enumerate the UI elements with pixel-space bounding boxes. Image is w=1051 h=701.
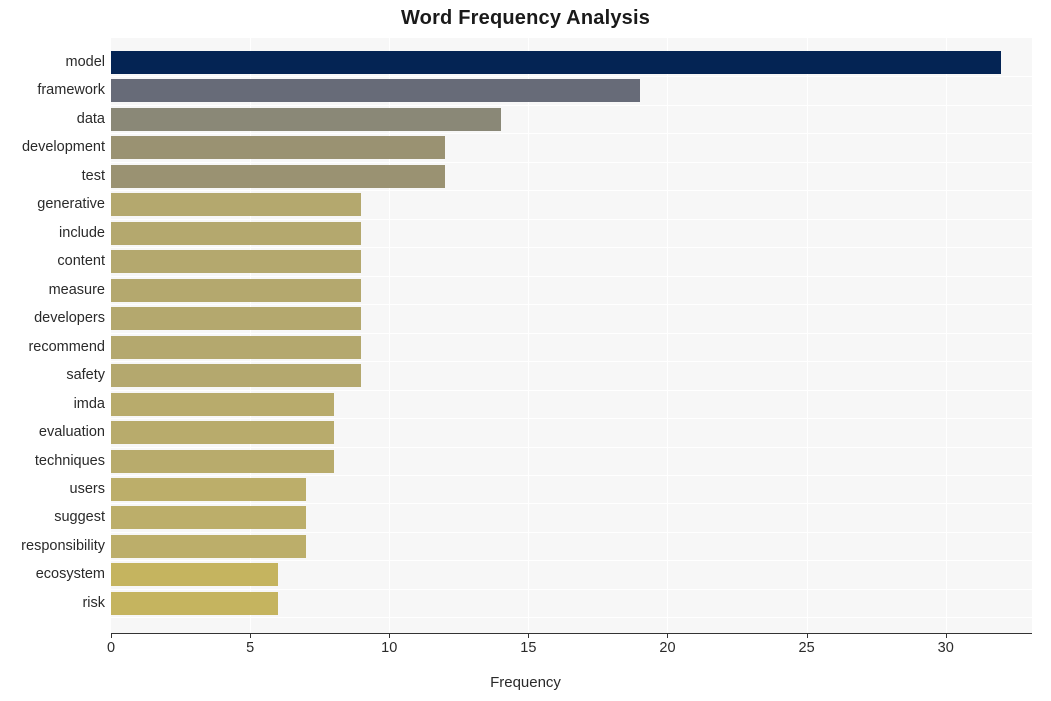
y-tick-label-data: data (76, 110, 105, 127)
bar-imda[interactable] (111, 392, 334, 416)
bar-measure[interactable] (111, 278, 362, 302)
x-tick-label-15: 15 (520, 640, 537, 656)
x-tick-label-10: 10 (381, 640, 398, 656)
x-tick-mark (806, 634, 808, 638)
x-tick-mark (111, 634, 112, 638)
y-tick-label-developers: developers (34, 310, 105, 327)
bar-row[interactable] (111, 503, 1032, 532)
y-tick-label-content: content (57, 253, 105, 270)
bar-suggest[interactable] (111, 506, 306, 530)
x-tick-label-25: 25 (798, 640, 815, 656)
bar-test[interactable] (111, 164, 445, 188)
y-tick-label-development: development (21, 139, 105, 156)
word-frequency-chart: Word Frequency Analysis model framework da… (0, 0, 1051, 701)
y-axis: model framework data development test generat… (0, 38, 105, 633)
y-tick-label-users: users (69, 480, 105, 497)
bar-users[interactable] (111, 477, 306, 501)
gridline-horizontal (111, 617, 1032, 619)
bar-data[interactable] (111, 107, 501, 131)
bar-row[interactable] (111, 133, 1032, 162)
plot-area (111, 38, 1032, 633)
y-tick-label-generative: generative (37, 196, 105, 213)
x-axis: 0 5 10 15 20 25 30 (0, 634, 1051, 664)
y-tick-label-ecosystem: ecosystem (35, 566, 105, 583)
bar-row[interactable] (111, 190, 1032, 219)
bar-row[interactable] (111, 333, 1032, 362)
y-tick-label-test: test (81, 167, 105, 184)
bar-row[interactable] (111, 105, 1032, 134)
bar-recommend[interactable] (111, 335, 362, 359)
chart-title: Word Frequency Analysis (400, 7, 651, 29)
bar-row[interactable] (111, 276, 1032, 305)
y-tick-label-suggest: suggest (54, 509, 105, 526)
bar-row[interactable] (111, 589, 1032, 618)
y-tick-label-responsibility: responsibility (21, 537, 105, 554)
bar-row[interactable] (111, 361, 1032, 390)
bar-row[interactable] (111, 390, 1032, 419)
bar-generative[interactable] (111, 193, 362, 217)
bar-row[interactable] (111, 219, 1032, 248)
bar-row[interactable] (111, 475, 1032, 504)
y-tick-label-model: model (65, 53, 106, 70)
bar-row[interactable] (111, 447, 1032, 476)
bar-row[interactable] (111, 532, 1032, 561)
x-tick-mark (945, 634, 947, 638)
bar-framework[interactable] (111, 79, 640, 103)
bar-risk[interactable] (111, 591, 278, 615)
y-tick-label-evaluation: evaluation (38, 424, 105, 441)
x-tick-label-0: 0 (106, 640, 116, 656)
bar-row[interactable] (111, 247, 1032, 276)
y-tick-label-recommend: recommend (28, 338, 105, 355)
bar-row[interactable] (111, 418, 1032, 447)
x-tick-mark (528, 634, 530, 638)
y-tick-label-techniques: techniques (34, 452, 105, 469)
y-tick-label-imda: imda (73, 395, 105, 412)
y-tick-label-safety: safety (66, 367, 105, 384)
y-tick-label-risk: risk (82, 594, 105, 611)
bar-responsibility[interactable] (111, 534, 306, 558)
bar-row[interactable] (111, 304, 1032, 333)
bar-row[interactable] (111, 162, 1032, 191)
x-tick-label-30: 30 (937, 640, 954, 656)
bar-include[interactable] (111, 221, 362, 245)
bar-safety[interactable] (111, 364, 362, 388)
x-tick-mark (667, 634, 669, 638)
bar-ecosystem[interactable] (111, 563, 278, 587)
y-tick-label-measure: measure (48, 281, 105, 298)
bar-developers[interactable] (111, 307, 362, 331)
bar-evaluation[interactable] (111, 421, 334, 445)
bar-techniques[interactable] (111, 449, 334, 473)
x-axis-title: Frequency (490, 674, 561, 691)
x-tick-mark (389, 634, 391, 638)
bar-content[interactable] (111, 250, 362, 274)
x-tick-label-20: 20 (659, 640, 676, 656)
x-tick-label-5: 5 (246, 640, 255, 656)
y-tick-label-framework: framework (37, 82, 105, 99)
y-tick-label-include: include (59, 224, 105, 241)
bar-development[interactable] (111, 136, 445, 160)
bar-row[interactable] (111, 76, 1032, 105)
bar-row[interactable] (111, 48, 1032, 77)
bar-model[interactable] (111, 50, 1002, 74)
x-tick-mark (250, 634, 252, 638)
bar-row[interactable] (111, 560, 1032, 589)
